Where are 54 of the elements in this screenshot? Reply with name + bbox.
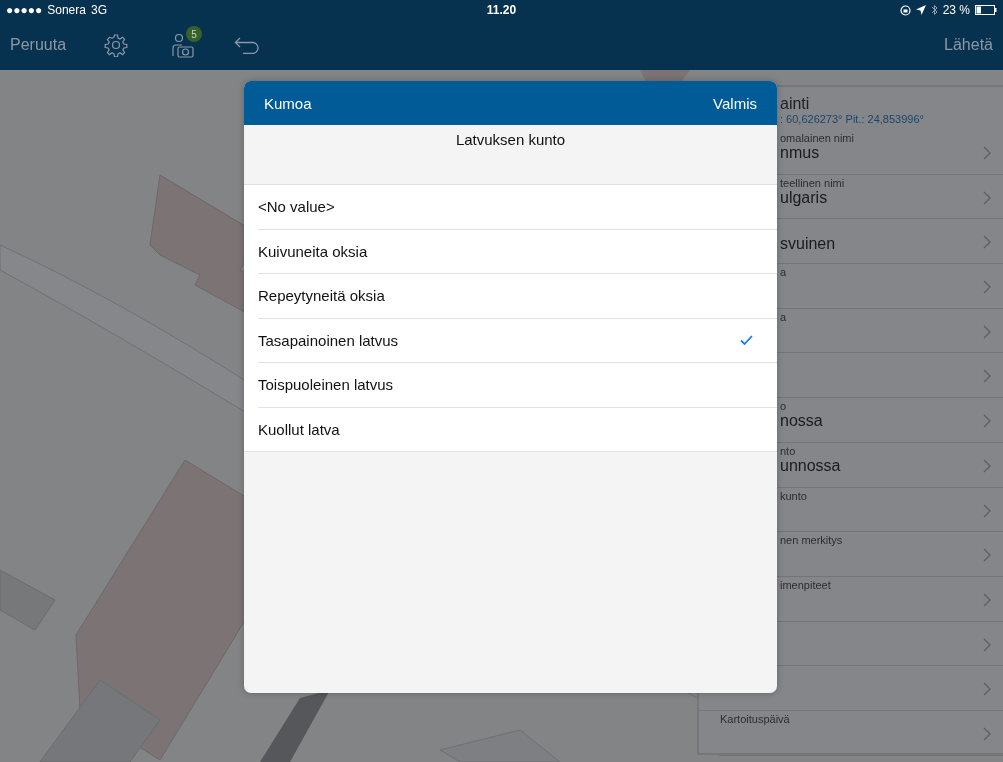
option-item[interactable]: Repeytyneitä oksia: [258, 274, 777, 319]
row-label: nen merkitys: [780, 534, 843, 547]
chevron-icon: [983, 548, 991, 563]
row-label: Kartoituspäivä: [720, 712, 790, 725]
chevron-icon: [983, 235, 991, 250]
rotation-lock-icon: [899, 4, 911, 16]
chevron-icon: [983, 637, 991, 652]
chevron-icon: [983, 592, 991, 607]
row-value: ulgaris: [780, 188, 828, 207]
chevron-icon: [983, 280, 991, 295]
battery-percent: 23 %: [942, 3, 970, 17]
chevron-icon: [983, 190, 991, 205]
row-value: unnossa: [780, 456, 841, 475]
option-item[interactable]: Tasapainoinen latvus: [258, 318, 777, 363]
clock-time: 11.20: [486, 3, 517, 17]
signal-dots: ●●●●●: [6, 3, 43, 17]
carrier-name: Sonera: [47, 3, 86, 17]
chevron-icon: [983, 324, 991, 339]
row-value: nmus: [780, 144, 820, 162]
chevron-icon: [983, 458, 991, 473]
settings-icon[interactable]: [104, 33, 129, 57]
chevron-icon: [983, 682, 991, 697]
row-label: omalainen nimi: [780, 132, 854, 144]
detail-row[interactable]: Kartoituspäivä: [719, 710, 1003, 756]
cancel-button[interactable]: Peruuta: [10, 36, 67, 54]
battery-icon: [975, 5, 997, 15]
undo-icon[interactable]: [234, 36, 261, 54]
undo-button[interactable]: Kumoa: [264, 94, 312, 112]
option-item[interactable]: Kuivuneita oksia: [258, 229, 777, 274]
row-label: kunto: [780, 489, 807, 502]
count-badge: 5: [186, 26, 203, 42]
chevron-icon: [983, 414, 991, 429]
option-item[interactable]: <No value>: [258, 185, 777, 230]
row-label: a: [780, 310, 787, 323]
row-label: o: [780, 400, 787, 413]
location-arrow-icon: [915, 5, 926, 15]
chevron-icon: [983, 726, 991, 741]
send-button[interactable]: Lähetä: [944, 36, 993, 54]
row-value: svuinen: [780, 235, 836, 254]
row-value: nossa: [780, 412, 823, 431]
coordinates-text: : 60,626273° Pit.: 24,853996°: [780, 113, 925, 125]
chevron-icon: [983, 503, 991, 518]
location-title: ainti: [780, 95, 811, 113]
chevron-icon: [983, 146, 991, 160]
option-item[interactable]: Toispuoleinen latvus: [258, 363, 777, 408]
row-label: nto: [780, 444, 796, 457]
row-label: imenpiteet: [780, 578, 831, 591]
row-label: a: [780, 266, 787, 279]
done-button[interactable]: Valmis: [713, 94, 757, 112]
chevron-icon: [983, 369, 991, 384]
person-camera-icon[interactable]: [170, 32, 197, 58]
bluetooth-icon: [930, 4, 938, 16]
network-type: 3G: [90, 3, 107, 17]
row-label: teellinen nimi: [780, 176, 845, 189]
